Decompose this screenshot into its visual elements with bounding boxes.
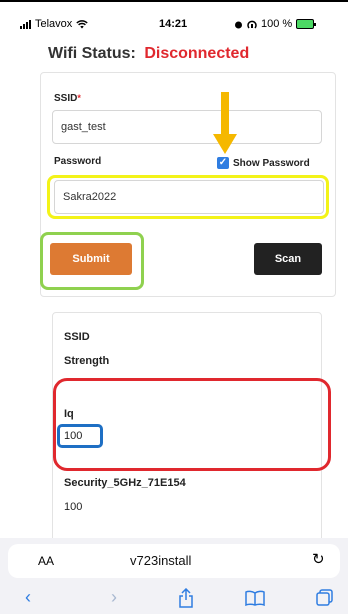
show-password-label: Show Password xyxy=(233,157,310,169)
show-password-toggle[interactable]: ✓ Show Password xyxy=(217,157,310,169)
carrier-name: Telavox xyxy=(35,18,73,30)
required-mark: * xyxy=(77,93,81,103)
alarm-icon xyxy=(235,21,242,28)
status-bar: Telavox 14:21 100 % xyxy=(0,4,348,30)
scan-results-card xyxy=(52,312,322,552)
share-icon[interactable] xyxy=(178,588,194,608)
password-input[interactable]: Sakra2022 xyxy=(54,180,324,214)
address-field[interactable]: AA v723install ↻ xyxy=(8,544,340,578)
second-network-strength: 100 xyxy=(64,501,83,513)
show-password-checkbox[interactable]: ✓ xyxy=(217,157,229,169)
ssid-label-text: SSID xyxy=(54,93,78,104)
results-strength-header: Strength xyxy=(64,355,110,367)
top-border xyxy=(0,0,348,2)
network-name[interactable]: Iq xyxy=(64,408,74,420)
second-network-name[interactable]: Security_5GHz_71E154 xyxy=(64,477,186,489)
battery-icon xyxy=(296,19,317,29)
orientation-lock-icon xyxy=(247,20,257,28)
scan-button[interactable]: Scan xyxy=(254,243,322,275)
ssid-input[interactable]: gast_test xyxy=(52,110,322,144)
status-right: 100 % xyxy=(234,18,317,30)
back-icon[interactable]: ‹ xyxy=(25,587,31,608)
results-ssid-header: SSID xyxy=(64,331,90,343)
wifi-status-heading: Wifi Status: Disconnected xyxy=(48,45,249,63)
browser-toolbar: ‹ › xyxy=(0,584,348,614)
battery-percentage: 100 % xyxy=(261,18,293,30)
wifi-status-value: Disconnected xyxy=(144,45,250,62)
bookmarks-icon[interactable] xyxy=(245,590,265,606)
wifi-status-label: Wifi Status: xyxy=(48,45,136,62)
ssid-label: SSID* xyxy=(54,93,81,104)
text-size-button[interactable]: AA xyxy=(38,554,54,568)
ssid-input-value: gast_test xyxy=(61,121,106,133)
forward-icon[interactable]: › xyxy=(111,587,117,608)
network-strength: 100 xyxy=(64,430,83,442)
wifi-icon xyxy=(76,19,88,28)
submit-button[interactable]: Submit xyxy=(50,243,132,275)
browser-address-bar: AA v723install ↻ xyxy=(0,538,348,584)
cellular-signal-icon xyxy=(20,19,31,29)
status-left: Telavox xyxy=(20,18,88,30)
password-label: Password xyxy=(54,156,102,167)
tabs-icon[interactable] xyxy=(316,589,334,607)
annotation-arrow-icon xyxy=(213,92,237,154)
reload-icon[interactable]: ↻ xyxy=(312,550,325,568)
status-time: 14:21 xyxy=(159,18,188,30)
url-text: v723install xyxy=(130,553,192,568)
password-input-value: Sakra2022 xyxy=(63,191,117,203)
